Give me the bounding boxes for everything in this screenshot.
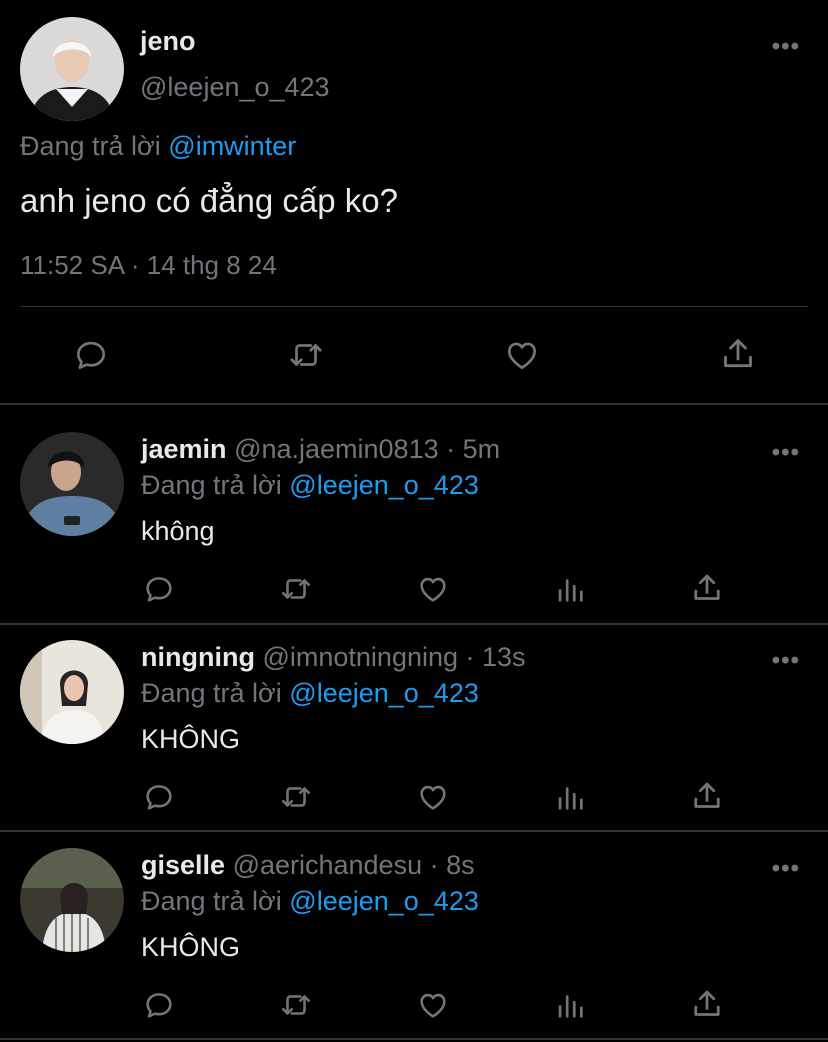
replying-to-label: Đang trả lời bbox=[141, 886, 282, 916]
replying-to: Đang trả lời @leejen_o_423 bbox=[141, 886, 479, 917]
reply-header: giselle @aerichandesu · 8s bbox=[141, 850, 475, 881]
share-icon[interactable] bbox=[689, 778, 725, 814]
avatar-photo bbox=[20, 848, 124, 952]
analytics-icon[interactable] bbox=[553, 988, 587, 1022]
avatar-photo bbox=[20, 432, 124, 536]
divider bbox=[0, 1038, 828, 1040]
like-icon[interactable] bbox=[502, 336, 542, 374]
tweet-text: KHÔNG bbox=[141, 724, 241, 754]
replying-to-label: Đang trả lời bbox=[20, 131, 161, 161]
more-options-icon[interactable]: ••• bbox=[772, 649, 800, 673]
tweet-actions bbox=[0, 330, 828, 382]
avatar[interactable] bbox=[20, 848, 124, 952]
replying-to: Đang trả lời @leejen_o_423 bbox=[141, 470, 479, 501]
author-handle[interactable]: @na.jaemin0813 · 5m bbox=[234, 434, 500, 464]
avatar-photo bbox=[20, 17, 124, 121]
retweet-icon[interactable] bbox=[278, 988, 314, 1022]
replying-to: Đang trả lời @leejen_o_423 bbox=[141, 678, 479, 709]
tweet-actions bbox=[0, 554, 828, 602]
retweet-icon[interactable] bbox=[278, 780, 314, 814]
tweet-actions bbox=[0, 970, 828, 1018]
share-icon[interactable] bbox=[718, 334, 758, 374]
like-icon[interactable] bbox=[415, 988, 451, 1022]
author-name[interactable]: giselle bbox=[141, 850, 225, 880]
reply-tweet[interactable]: giselle @aerichandesu · 8s ••• Đang trả … bbox=[0, 820, 828, 1026]
reply-icon[interactable] bbox=[142, 572, 176, 606]
replying-to: Đang trả lời @imwinter bbox=[20, 131, 296, 162]
divider bbox=[20, 306, 808, 307]
reply-tweet[interactable]: ningning @imnotningning · 13s ••• Đang t… bbox=[0, 612, 828, 818]
main-tweet: jeno @leejen_o_423 ••• Đang trả lời @imw… bbox=[0, 0, 828, 404]
mention-link[interactable]: @leejen_o_423 bbox=[289, 886, 479, 916]
tweet-timestamp[interactable]: 11:52 SA · 14 thg 8 24 bbox=[20, 250, 277, 281]
replying-to-label: Đang trả lời bbox=[141, 470, 282, 500]
share-icon[interactable] bbox=[689, 570, 725, 606]
author-name[interactable]: jaemin bbox=[141, 434, 227, 464]
mention-link[interactable]: @leejen_o_423 bbox=[289, 470, 479, 500]
author-name[interactable]: jeno bbox=[140, 26, 196, 57]
more-options-icon[interactable]: ••• bbox=[772, 441, 800, 465]
replying-to-label: Đang trả lời bbox=[141, 678, 282, 708]
mention-link[interactable]: @leejen_o_423 bbox=[289, 678, 479, 708]
analytics-icon[interactable] bbox=[553, 780, 587, 814]
reply-icon[interactable] bbox=[142, 988, 176, 1022]
author-handle[interactable]: @aerichandesu · 8s bbox=[233, 850, 475, 880]
retweet-icon[interactable] bbox=[286, 336, 326, 374]
tweet-text: không bbox=[141, 516, 215, 546]
share-icon[interactable] bbox=[689, 986, 725, 1022]
tweet-text: anh jeno có đẳng cấp ko? bbox=[20, 182, 398, 219]
avatar[interactable] bbox=[20, 432, 124, 536]
reply-tweet[interactable]: jaemin @na.jaemin0813 · 5m ••• Đang trả … bbox=[0, 404, 828, 610]
reply-icon[interactable] bbox=[142, 780, 176, 814]
more-options-icon[interactable]: ••• bbox=[772, 857, 800, 881]
tweet-text: KHÔNG bbox=[141, 932, 241, 962]
retweet-icon[interactable] bbox=[278, 572, 314, 606]
mention-link[interactable]: @imwinter bbox=[168, 131, 296, 161]
avatar[interactable] bbox=[20, 17, 124, 121]
tweet-actions bbox=[0, 762, 828, 810]
author-name[interactable]: ningning bbox=[141, 642, 255, 672]
like-icon[interactable] bbox=[415, 780, 451, 814]
avatar[interactable] bbox=[20, 640, 124, 744]
reply-icon[interactable] bbox=[72, 336, 110, 374]
reply-header: ningning @imnotningning · 13s bbox=[141, 642, 526, 673]
like-icon[interactable] bbox=[415, 572, 451, 606]
reply-header: jaemin @na.jaemin0813 · 5m bbox=[141, 434, 500, 465]
author-handle[interactable]: @imnotningning · 13s bbox=[262, 642, 525, 672]
avatar-photo bbox=[20, 640, 124, 744]
more-options-icon[interactable]: ••• bbox=[772, 35, 800, 59]
author-handle[interactable]: @leejen_o_423 bbox=[140, 72, 330, 103]
analytics-icon[interactable] bbox=[553, 572, 587, 606]
